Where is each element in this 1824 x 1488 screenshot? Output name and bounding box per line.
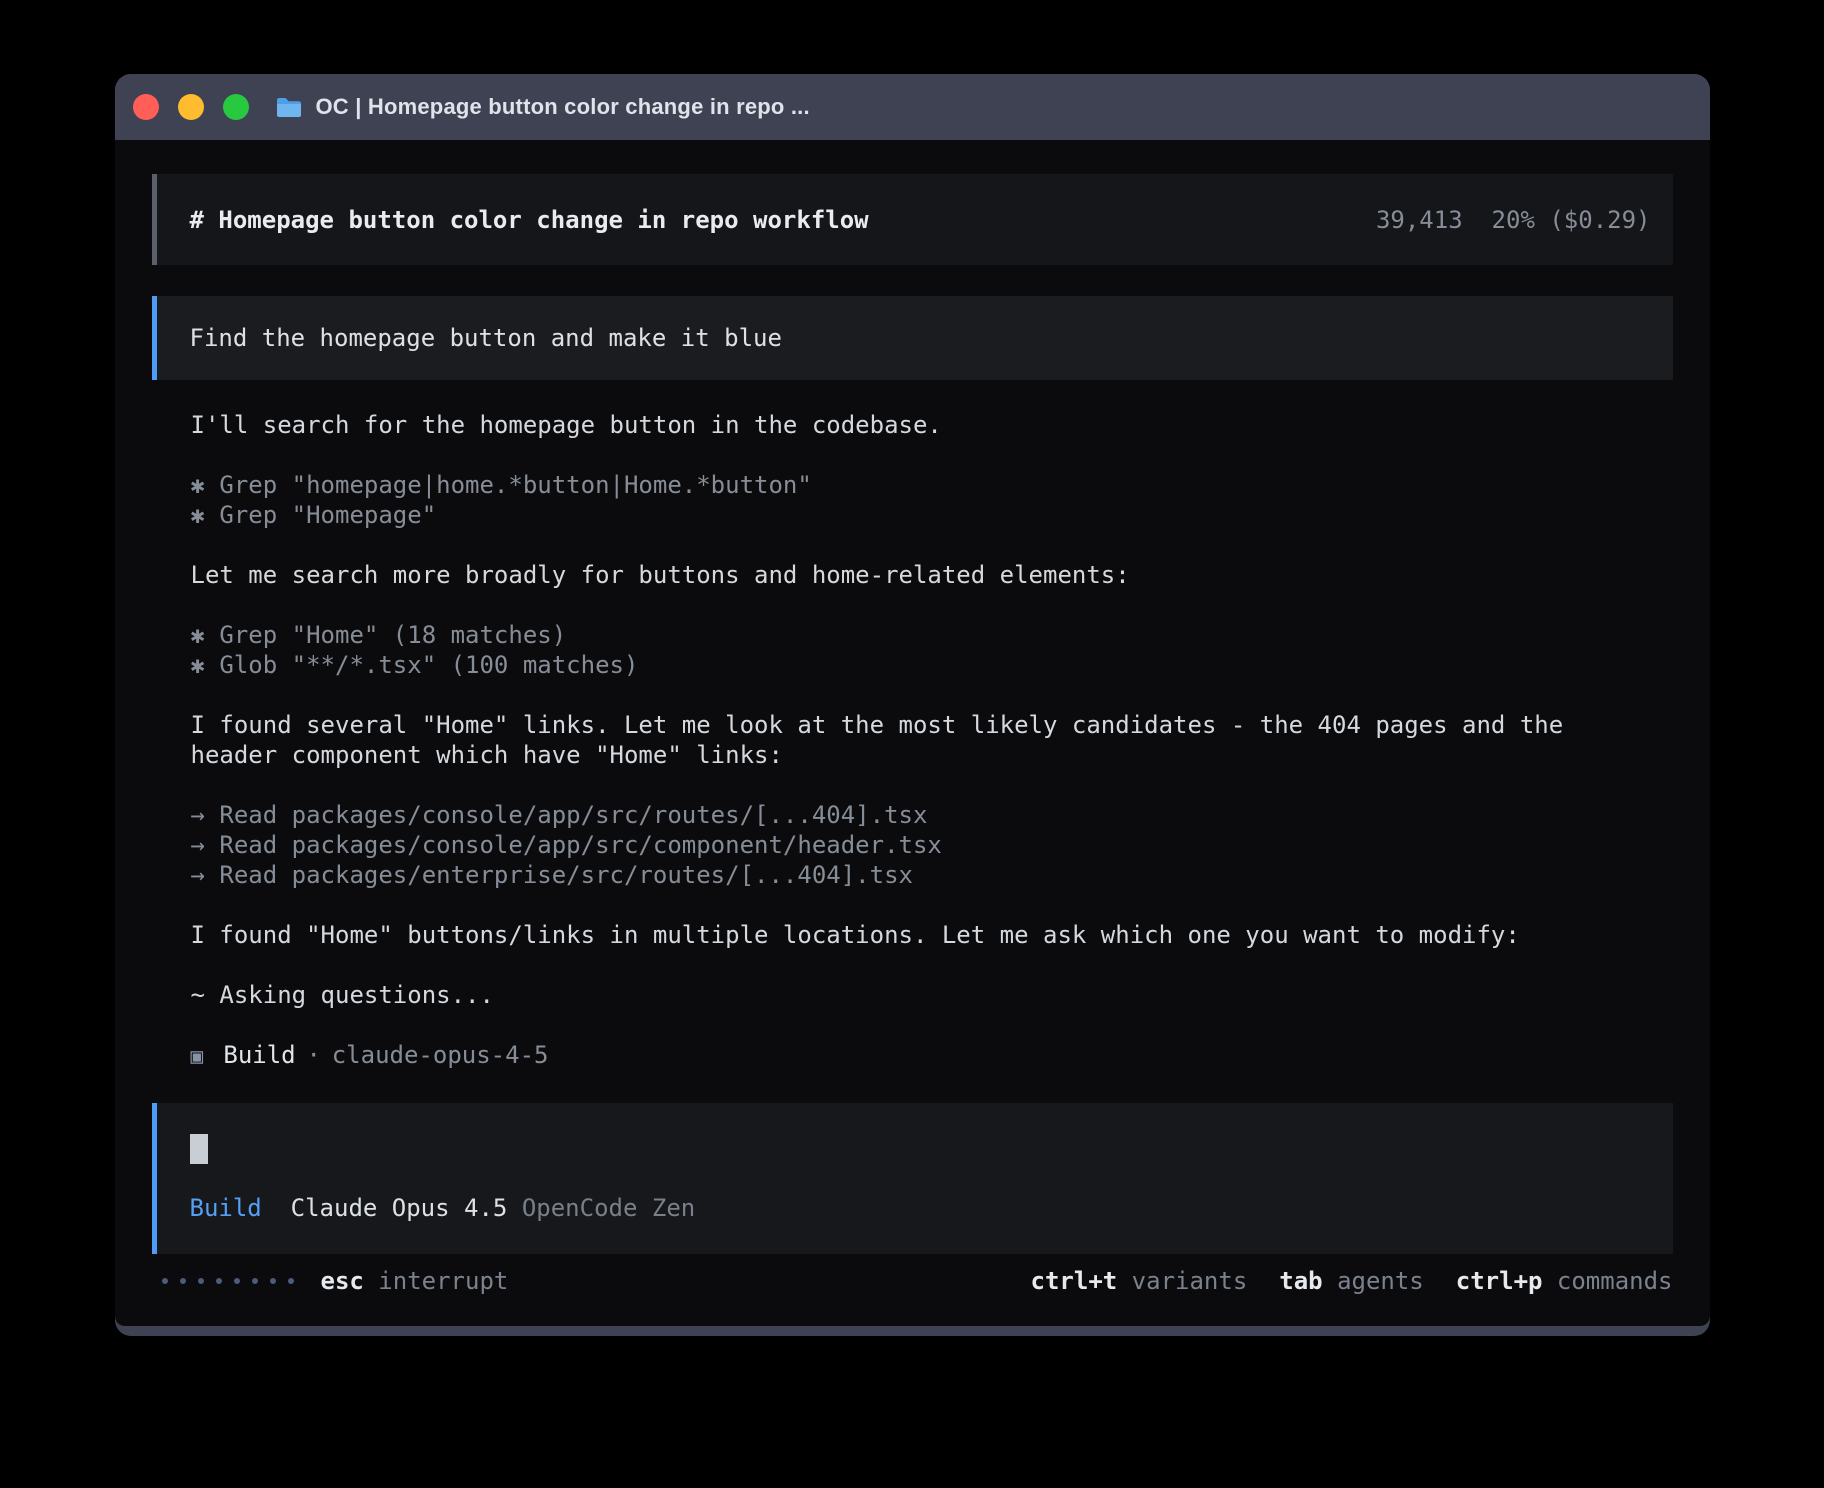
tool-call-line: ✱ Grep "Home" (18 matches)	[191, 620, 1673, 650]
status-bar: esc interrupt ctrl+t variants tab agents ct…	[152, 1266, 1673, 1296]
conversation: I'll search for the homepage button in t…	[191, 410, 1673, 1071]
minimize-button[interactable]	[178, 94, 204, 120]
close-button[interactable]	[133, 94, 159, 120]
asking-questions-line: ~ Asking questions...	[191, 980, 1673, 1010]
tab-key: tab	[1279, 1267, 1322, 1295]
variants-label: variants	[1132, 1267, 1248, 1295]
model-name[interactable]: Claude Opus 4.5	[291, 1193, 508, 1223]
shortcut-agents: tab agents	[1279, 1266, 1424, 1296]
session-stats: 39,413 20% ($0.29)	[1376, 205, 1651, 235]
assistant-message: Let me search more broadly for buttons a…	[191, 560, 1673, 590]
titlebar: OC | Homepage button color change in rep…	[115, 74, 1710, 140]
assistant-message: I'll search for the homepage button in t…	[191, 410, 1673, 440]
assistant-message: I found "Home" buttons/links in multiple…	[191, 920, 1673, 950]
text-cursor	[190, 1134, 208, 1164]
model-provider: OpenCode Zen	[522, 1193, 695, 1223]
interrupt-hint: esc interrupt	[321, 1266, 509, 1296]
assistant-text-line: I found "Home" buttons/links in multiple…	[191, 920, 1673, 950]
terminal-content: # Homepage button color change in repo w…	[115, 140, 1710, 1326]
terminal-window: OC | Homepage button color change in rep…	[115, 74, 1710, 1336]
context-percent: 20%	[1492, 206, 1535, 234]
assistant-status: ~ Asking questions...	[191, 980, 1673, 1010]
shortcut-variants: ctrl+t variants	[1031, 1266, 1248, 1296]
status-right: ctrl+t variants tab agents ctrl+p commands	[1031, 1266, 1673, 1296]
tool-call-line: → Read packages/enterprise/src/routes/[.…	[191, 860, 1673, 890]
user-message-text: Find the homepage button and make it blu…	[190, 323, 782, 353]
session-header: # Homepage button color change in repo w…	[152, 174, 1673, 265]
tool-call-line: ✱ Glob "**/*.tsx" (100 matches)	[191, 650, 1673, 680]
session-title: # Homepage button color change in repo w…	[190, 205, 869, 235]
tool-call-group: ✱ Grep "Home" (18 matches) ✱ Glob "**/*.…	[191, 620, 1673, 680]
assistant-text-line: I'll search for the homepage button in t…	[191, 410, 1673, 440]
agent-mode[interactable]: Build	[190, 1193, 262, 1223]
agents-label: agents	[1337, 1267, 1424, 1295]
esc-key: esc	[321, 1267, 364, 1295]
token-count: 39,413	[1376, 206, 1463, 234]
status-left: esc interrupt	[152, 1266, 509, 1296]
assistant-text-line: Let me search more broadly for buttons a…	[191, 560, 1673, 590]
tool-call-group: → Read packages/console/app/src/routes/[…	[191, 800, 1673, 890]
model-line: Build Claude Opus 4.5 OpenCode Zen	[190, 1193, 1640, 1223]
separator-dot: ·	[306, 1041, 320, 1069]
assistant-text-line: I found several "Home" links. Let me loo…	[191, 710, 1607, 770]
commands-label: commands	[1557, 1267, 1673, 1295]
assistant-message: I found several "Home" links. Let me loo…	[191, 710, 1607, 770]
ctrl-t-key: ctrl+t	[1031, 1267, 1118, 1295]
interrupt-label: interrupt	[378, 1267, 508, 1295]
shortcut-commands: ctrl+p commands	[1456, 1266, 1673, 1296]
tool-call-line: → Read packages/console/app/src/componen…	[191, 830, 1673, 860]
user-message: Find the homepage button and make it blu…	[152, 296, 1673, 380]
window-controls	[133, 94, 249, 120]
spinner-dots-icon	[162, 1278, 294, 1284]
tool-call-line: ✱ Grep "homepage|home.*button|Home.*butt…	[191, 470, 1673, 500]
ctrl-p-key: ctrl+p	[1456, 1267, 1543, 1295]
tool-call-line: → Read packages/console/app/src/routes/[…	[191, 800, 1673, 830]
folder-icon	[275, 96, 303, 119]
agent-icon: ▣	[191, 1044, 204, 1068]
agent-model: claude-opus-4-5	[332, 1041, 549, 1069]
tool-call-group: ✱ Grep "homepage|home.*button|Home.*butt…	[191, 470, 1673, 530]
zoom-button[interactable]	[223, 94, 249, 120]
agent-name: Build	[223, 1041, 295, 1069]
prompt-input[interactable]: Build Claude Opus 4.5 OpenCode Zen	[152, 1103, 1673, 1254]
window-title: OC | Homepage button color change in rep…	[316, 94, 810, 120]
session-cost: ($0.29)	[1549, 206, 1650, 234]
agent-status-line: ▣ Build · claude-opus-4-5	[191, 1040, 1673, 1071]
tool-call-line: ✱ Grep "Homepage"	[191, 500, 1673, 530]
